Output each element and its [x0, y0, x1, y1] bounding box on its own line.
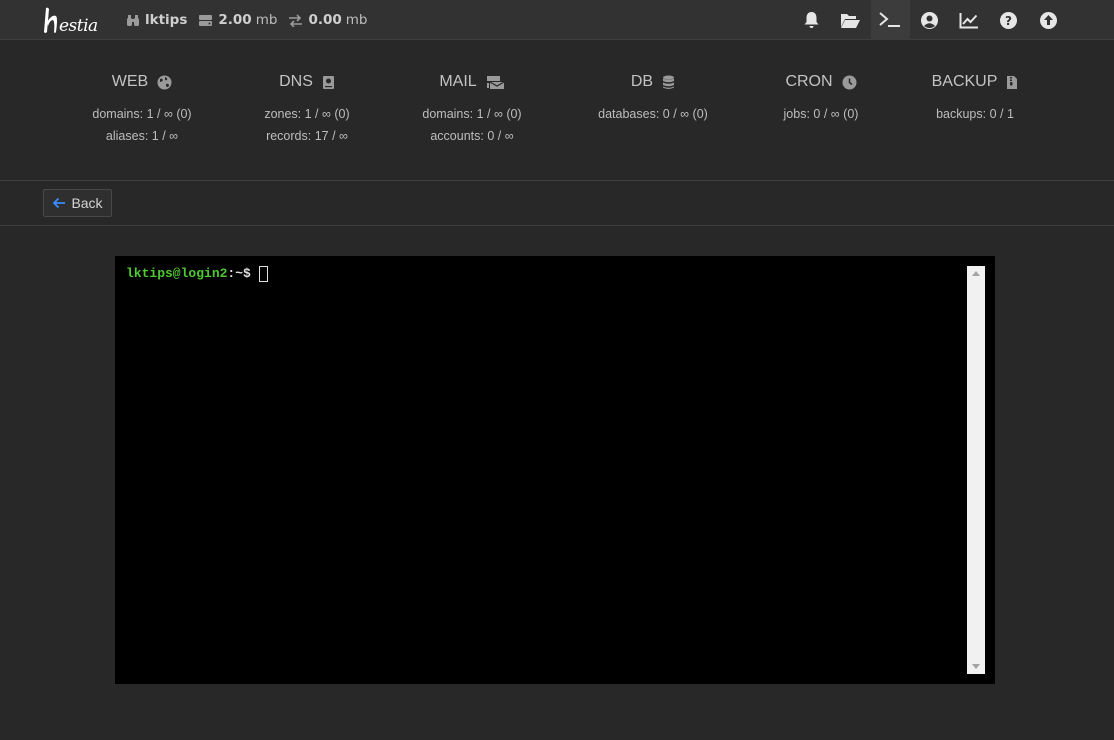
- stat-web-domains: domains: 1 / ∞ (0): [92, 107, 192, 121]
- book-icon: [322, 75, 334, 89]
- hdd-icon: [199, 14, 213, 26]
- stat-mail[interactable]: MAIL domains: 1 / ∞ (0) accounts: 0 / ∞: [387, 72, 557, 145]
- statistics-button[interactable]: [950, 0, 990, 40]
- terminal-scrollbar[interactable]: [967, 266, 985, 674]
- updates-button[interactable]: [1029, 0, 1069, 40]
- hestia-logo-mark: estia: [44, 7, 98, 36]
- stat-db-databases: databases: 0 / ∞ (0): [598, 107, 708, 121]
- arrow-left-icon: [53, 197, 66, 209]
- database-icon: [663, 75, 675, 89]
- bell-icon: [804, 12, 819, 28]
- disk-usage: 2.00: [218, 12, 252, 28]
- stat-backup-title: BACKUP: [931, 73, 998, 90]
- back-button[interactable]: Back: [43, 189, 112, 217]
- stat-cron-jobs: jobs: 0 / ∞ (0): [783, 107, 859, 121]
- binoculars-icon: [127, 14, 139, 26]
- notifications-button[interactable]: [792, 0, 832, 40]
- back-button-label: Back: [71, 195, 103, 211]
- file-archive-icon: [1007, 75, 1018, 89]
- disk-stat: 2.00 mb: [198, 12, 277, 28]
- stat-cron-title: CRON: [785, 73, 833, 90]
- stat-dns-zones: zones: 1 / ∞ (0): [264, 107, 350, 121]
- stat-web[interactable]: WEB domains: 1 / ∞ (0) aliases: 1 / ∞: [57, 72, 227, 145]
- bandwidth-stat: 0.00 mb: [288, 12, 367, 28]
- stat-db-title: DB: [630, 73, 654, 90]
- clock-icon: [842, 75, 857, 89]
- stat-db[interactable]: DB databases: 0 / ∞ (0): [568, 72, 738, 123]
- user-account-button[interactable]: [910, 0, 950, 40]
- file-manager-button[interactable]: [831, 0, 871, 40]
- upgrade-icon: [1039, 11, 1057, 29]
- mail-bulk-icon: [486, 75, 504, 89]
- terminal-button[interactable]: [870, 0, 910, 40]
- stat-web-title: WEB: [111, 73, 149, 90]
- chart-line-icon: [959, 12, 979, 28]
- stat-cron[interactable]: CRON jobs: 0 / ∞ (0): [736, 72, 906, 123]
- folder-open-icon: [841, 13, 861, 28]
- username: lktips: [145, 12, 188, 28]
- terminal-icon: [879, 12, 901, 27]
- user-circle-icon: [921, 11, 939, 29]
- exchange-icon: [289, 13, 303, 27]
- top-stats: lktips 2.00 mb 0.00 mb: [126, 0, 367, 40]
- stat-backup[interactable]: BACKUP backups: 0 / 1: [890, 72, 1060, 123]
- web-terminal[interactable]: lktips@login2:~$: [115, 256, 995, 684]
- scroll-down-arrow-icon[interactable]: [972, 664, 980, 669]
- user-stat[interactable]: lktips: [126, 12, 187, 28]
- prompt-user-host: lktips@login2: [126, 266, 228, 281]
- stat-web-aliases: aliases: 1 / ∞: [105, 129, 179, 143]
- svg-text:?: ?: [1005, 14, 1012, 28]
- top-nav-icons: ?: [792, 0, 1069, 40]
- page-toolbar: Back: [0, 181, 1114, 226]
- bandwidth-unit: mb: [345, 12, 368, 28]
- stat-mail-title: MAIL: [439, 73, 477, 90]
- prompt-path: :~$: [227, 266, 251, 281]
- stat-mail-accounts: accounts: 0 / ∞: [430, 129, 514, 143]
- help-button[interactable]: ?: [989, 0, 1029, 40]
- stat-dns-title: DNS: [279, 73, 313, 90]
- bandwidth-usage: 0.00: [308, 12, 342, 28]
- stat-dns-records: records: 17 / ∞: [266, 129, 348, 143]
- stat-dns[interactable]: DNS zones: 1 / ∞ (0) records: 17 / ∞: [222, 72, 392, 145]
- terminal-cursor: [258, 266, 268, 282]
- stats-panel: WEB domains: 1 / ∞ (0) aliases: 1 / ∞ DN…: [0, 40, 1114, 181]
- hestia-logo[interactable]: estia: [42, 4, 100, 36]
- top-navbar: estia lktips 2.00 mb 0.00 mb ?: [0, 0, 1114, 40]
- help-icon: ?: [1000, 11, 1018, 29]
- stat-backup-backups: backups: 0 / 1: [936, 107, 1014, 121]
- terminal-prompt: lktips@login2:~$: [126, 266, 268, 282]
- scroll-up-arrow-icon[interactable]: [972, 271, 980, 276]
- stat-mail-domains: domains: 1 / ∞ (0): [422, 107, 522, 121]
- globe-icon: [157, 75, 172, 89]
- disk-unit: mb: [255, 12, 278, 28]
- svg-text:estia: estia: [59, 16, 98, 36]
